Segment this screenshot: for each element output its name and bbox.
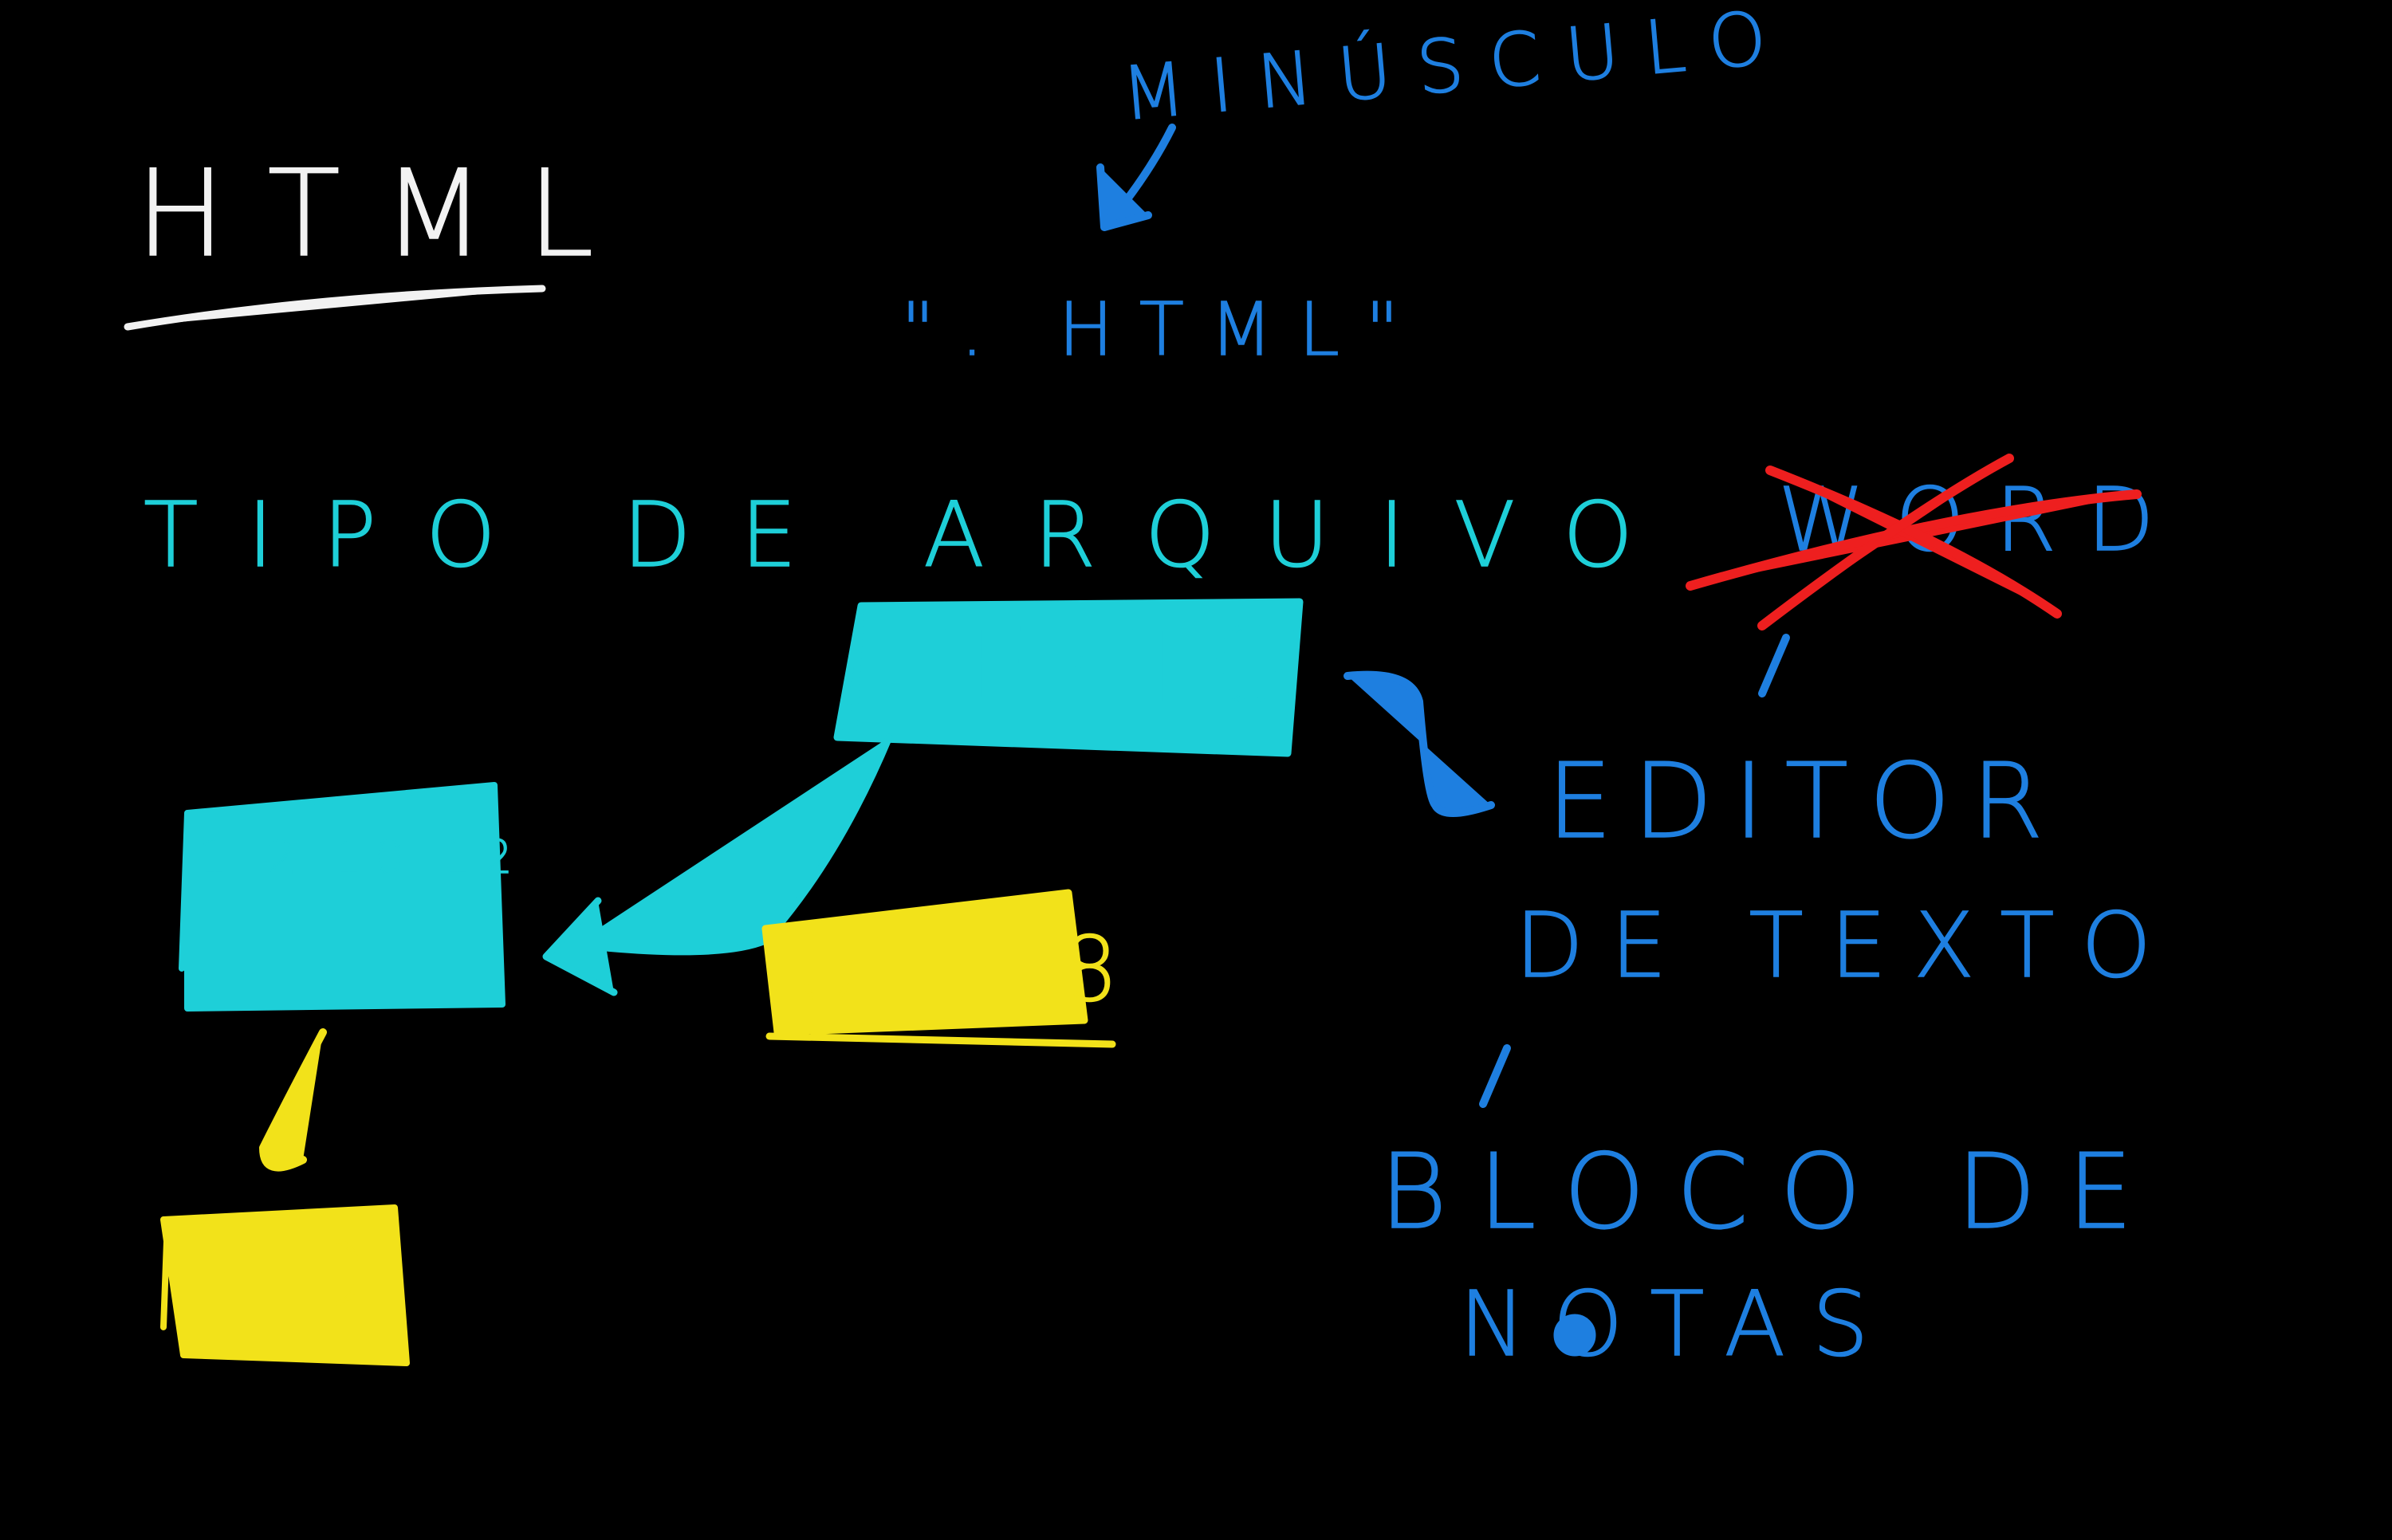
connector-text-to-editor: [1344, 670, 1495, 817]
title-underline: [124, 285, 546, 331]
bytes-box: 1 2 10 12: [179, 782, 524, 1012]
notepad-dot: [1553, 1314, 1596, 1357]
note-lowercase: MINÚSCULO: [1118, 0, 1795, 137]
file-type-label: TIPO DE ARQUIVO: [144, 484, 1682, 587]
hd-box: HD: [160, 1204, 410, 1366]
tick-mark-notepad: [1479, 1044, 1511, 1108]
editor-line1: EDITOR: [1547, 741, 2064, 862]
text-box-label: TEXTO: [885, 605, 1306, 726]
title-html: HTML: [136, 145, 635, 284]
notepad-line2: NOTAS: [1459, 1273, 1895, 1377]
encoding-box-label: UTF-8: [793, 918, 1134, 1022]
extension-label: ". HTML": [901, 287, 1425, 372]
arrow-to-hd: [259, 1028, 327, 1172]
hd-box-label: HD: [207, 1220, 382, 1330]
encoding-box: UTF-8: [761, 889, 1134, 1048]
editor-line2: DE TEXTO: [1515, 894, 2178, 998]
whiteboard-canvas: HTML MINÚSCULO ". HTML" TIPO DE ARQUIVO …: [124, 0, 2178, 1377]
text-type-box: TEXTO: [833, 598, 1306, 757]
extension-note-group: MINÚSCULO ". HTML": [900, 0, 1796, 373]
notepad-line1: BLOCO DE: [1379, 1131, 2164, 1252]
word-struck-group: WORD: [1686, 454, 2155, 631]
bytes-box-label: 1 2 10 12: [199, 830, 524, 884]
arrow-head-bytes: [542, 897, 618, 996]
tick-mark-editor: [1758, 634, 1790, 697]
bytes-box-border: [179, 782, 506, 1012]
title-group: HTML: [124, 144, 635, 331]
